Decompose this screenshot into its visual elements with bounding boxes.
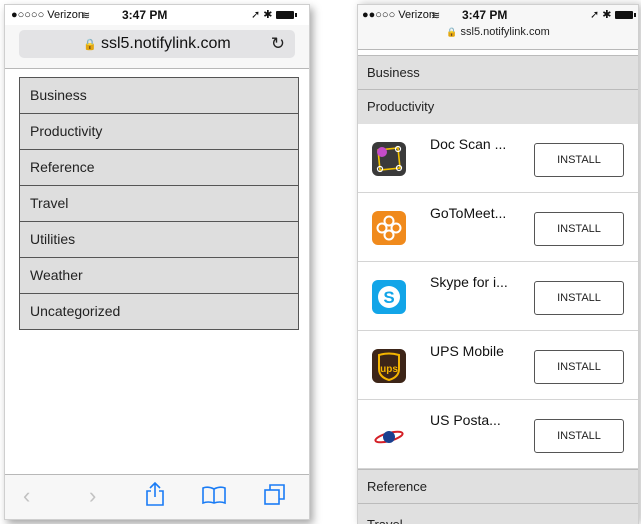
battery-icon xyxy=(275,11,297,20)
category-list: Business Productivity Reference Travel U… xyxy=(19,77,299,330)
lock-icon: 🔒 xyxy=(83,39,97,51)
carrier-label: ●●○○○ Verizon xyxy=(362,9,435,21)
category-travel[interactable]: Travel xyxy=(20,186,298,222)
browser-header: ●●○○○ Verizon ≋ 3:47 PM ➚ ✱ 🔒 ssl5.notif… xyxy=(358,5,638,50)
install-button[interactable]: INSTALL xyxy=(534,212,624,246)
back-icon[interactable]: ‹ xyxy=(23,483,30,509)
browser-address-bar: 🔒 ssl5.notifylink.com ↻ xyxy=(5,25,309,69)
install-button[interactable]: INSTALL xyxy=(534,350,624,384)
usps-icon xyxy=(372,418,406,452)
forward-icon[interactable]: › xyxy=(89,483,96,509)
lock-icon: 🔒 xyxy=(446,27,458,37)
svg-text:S: S xyxy=(383,288,394,307)
phone-screen-apps: ●●○○○ Verizon ≋ 3:47 PM ➚ ✱ 🔒 ssl5.notif… xyxy=(357,4,639,524)
carrier-label: ●○○○○ Verizon xyxy=(11,9,84,21)
reload-icon[interactable]: ↻ xyxy=(271,30,285,58)
category-productivity[interactable]: Productivity xyxy=(20,114,298,150)
app-name: GoToMeet... xyxy=(430,205,507,221)
phone-screen-categories: ●○○○○ Verizon ≋ 3:47 PM ➚ ✱ 🔒 ssl5.notify… xyxy=(4,4,310,520)
battery-icon xyxy=(614,11,636,20)
status-icons: ➚ ✱ xyxy=(251,8,297,21)
category-business[interactable]: Business xyxy=(20,78,298,114)
url-field[interactable]: 🔒 ssl5.notifylink.com xyxy=(358,26,638,38)
wifi-icon: ≋ xyxy=(81,10,91,22)
skype-icon: S xyxy=(372,280,406,314)
app-row-ups: ups UPS Mobile INSTALL xyxy=(358,331,638,400)
section-travel[interactable]: Travel xyxy=(358,503,638,524)
install-button[interactable]: INSTALL xyxy=(534,281,624,315)
app-row-doc-scan: Doc Scan ... INSTALL xyxy=(358,124,638,193)
svg-text:ups: ups xyxy=(380,364,398,375)
browser-toolbar: ‹ › xyxy=(5,474,309,519)
url-text: ssl5.notifylink.com xyxy=(100,35,231,52)
bookmarks-icon[interactable] xyxy=(201,485,227,511)
section-reference[interactable]: Reference xyxy=(358,469,638,505)
wifi-icon: ≋ xyxy=(431,10,441,22)
tabs-icon[interactable] xyxy=(263,483,287,513)
share-icon[interactable] xyxy=(145,481,165,513)
doc-scan-icon xyxy=(372,142,406,176)
app-name: Skype for i... xyxy=(430,274,508,290)
status-bar: ●●○○○ Verizon ≋ 3:47 PM ➚ ✱ xyxy=(358,5,638,25)
section-productivity[interactable]: Productivity xyxy=(358,89,638,125)
app-name: US Posta... xyxy=(430,412,501,428)
category-weather[interactable]: Weather xyxy=(20,258,298,294)
clock: 3:47 PM xyxy=(462,8,508,22)
app-name: Doc Scan ... xyxy=(430,136,507,152)
category-uncategorized[interactable]: Uncategorized xyxy=(20,294,298,330)
url-text: ssl5.notifylink.com xyxy=(460,26,550,38)
install-button[interactable]: INSTALL xyxy=(534,143,624,177)
section-business[interactable]: Business xyxy=(358,55,638,91)
ups-icon: ups xyxy=(372,349,406,383)
category-utilities[interactable]: Utilities xyxy=(20,222,298,258)
status-bar: ●○○○○ Verizon ≋ 3:47 PM ➚ ✱ xyxy=(5,5,309,25)
install-button[interactable]: INSTALL xyxy=(534,419,624,453)
status-icons: ➚ ✱ xyxy=(590,8,636,21)
url-field[interactable]: 🔒 ssl5.notifylink.com ↻ xyxy=(19,30,295,58)
app-row-usps: US Posta... INSTALL xyxy=(358,400,638,469)
app-row-skype: S Skype for i... INSTALL xyxy=(358,262,638,331)
app-name: UPS Mobile xyxy=(430,343,504,359)
gotomeeting-icon xyxy=(372,211,406,245)
clock: 3:47 PM xyxy=(122,8,168,22)
app-row-gotomeeting: GoToMeet... INSTALL xyxy=(358,193,638,262)
category-reference[interactable]: Reference xyxy=(20,150,298,186)
